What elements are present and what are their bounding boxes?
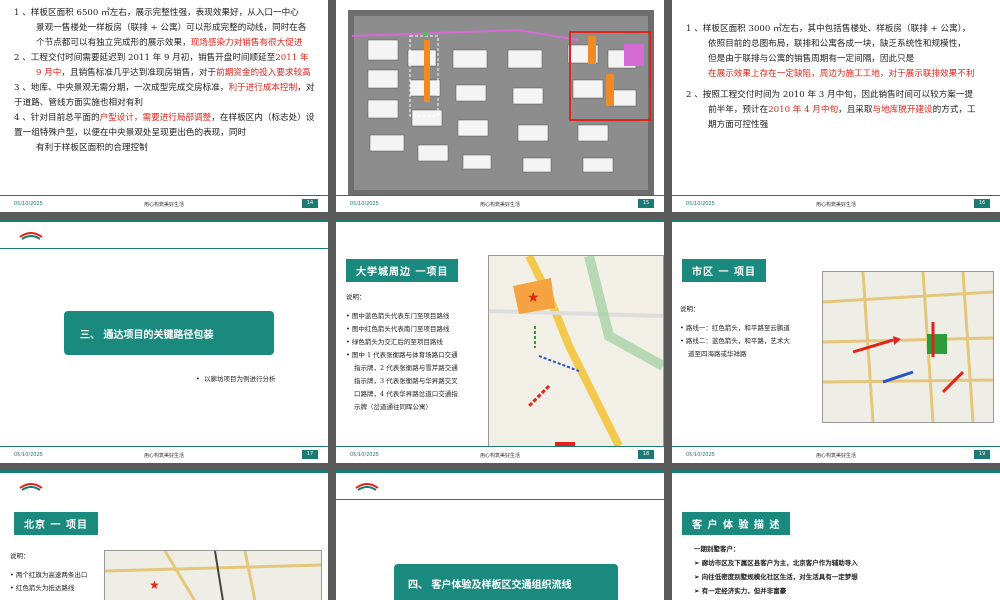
line: 4 、针对目前总平面的户型设计，需要进行局部调整，在样板区内（标志处）设置一组特…: [14, 113, 315, 138]
company-logo-icon: [355, 483, 379, 491]
list-item: • 图中 1 代表张衡路与体育场路口交通: [346, 351, 458, 359]
page-number: 18: [638, 450, 654, 459]
heading: 一期别墅客户：: [694, 545, 740, 553]
line: 景观一售楼处一样板房（联排 + 公寓）可以形成完整的动线，同时在各: [36, 23, 307, 33]
line: 在展示效果上存在一定缺陷，周边为施工工地，对于展示联排效果不利: [708, 69, 975, 79]
caption: 说明：: [680, 305, 700, 313]
slide-21[interactable]: 四、 客户体验及样板区交通组织流线: [336, 470, 664, 600]
analysis-note: • 以廊坊项目为例进行分析: [196, 375, 276, 383]
line: 2 、按照工程交付时间为 2010 年 3 月中旬，因此销售时间可以较方案一提: [686, 90, 974, 100]
list-item: • 两个红旗为高速两条出口: [10, 571, 88, 579]
line: 依照目前的总图布局，联排和公寓各成一块，缺乏系统性和规模性，: [708, 39, 966, 49]
list-item: ➢ 有一定经济实力，但并非富豪: [694, 587, 787, 595]
section-badge: 市区 一 项目: [682, 259, 766, 282]
line: 1 、样板区面积 3000 ㎡左右，其中包括售楼处、样板房（联排 + 公寓），: [686, 24, 971, 34]
slide-22[interactable]: 客 户 体 验 描 述 一期别墅客户： ➢ 廊坊市区及下属区县客户为主，北京客户…: [672, 470, 1000, 600]
footer-slogan: 用心构筑美好生活: [143, 202, 184, 208]
section-badge: 北京 一 项目: [14, 512, 98, 535]
legend-text: 说明： • 两个红旗为高速两条出口 • 红色箭头为抵达路线: [10, 550, 110, 595]
slide-footer: 05/10/2025 用心构筑美好生活 15: [336, 195, 664, 212]
footer-slogan: 用心构筑美好生活: [815, 202, 856, 208]
customer-description: 一期别墅客户： ➢ 廊坊市区及下属区县客户为主，北京客户作为辅助导入 ➢ 向往低…: [694, 542, 994, 598]
list-item: • 路线一：红色箭头，和平路至云鹏道: [680, 324, 790, 332]
list-item: 指示牌，3 代表张衡路与华昇路交叉: [354, 377, 458, 385]
company-logo-icon: [19, 232, 43, 240]
list-item: 指示牌，2 代表张衡路与雪芹路交通: [354, 364, 458, 372]
route-map-image: ★: [488, 255, 664, 447]
line: 有利于样板区面积的合理控制: [36, 143, 148, 153]
page-number: 19: [974, 450, 990, 459]
list-item: 口路牌，4 代表华昇路岔道口交通指: [354, 390, 458, 398]
top-rule: [672, 470, 1000, 473]
list-item: • 路线二：蓝色箭头，和平路，艺术大: [680, 337, 790, 345]
slide-14-text: 1 、样板区面积 6500 ㎡左右，展示完整性强，表现效果好，从入口一中心 景观…: [14, 6, 319, 156]
route-map-image: [822, 271, 994, 423]
list-item: • 绿色箭头为交汇后的至项目路线: [346, 338, 443, 346]
footer-slogan: 用心构筑美好生活: [479, 202, 520, 208]
page-number: 15: [638, 199, 654, 208]
caption: 说明：: [346, 293, 366, 301]
section-badge: 客 户 体 验 描 述: [682, 512, 791, 535]
company-logo-icon: [19, 483, 43, 491]
slide-footer: 05/10/2025 用心构筑美好生活 18: [336, 446, 664, 463]
footer-slogan: 用心构筑美好生活: [143, 453, 184, 459]
site-plan-image: [348, 10, 654, 196]
line: 3 、地库、中央景观无需分期，一次成型完成交房标准，利于进行成本控制，对于道路、…: [14, 83, 315, 108]
top-rule: [672, 219, 1000, 222]
list-item: ➢ 向往低密度别墅规模化社区生活，对生活具有一定梦想: [694, 573, 858, 581]
slide-17[interactable]: 三、 通达项目的关键路径包装 • 以廊坊项目为例进行分析 05/10/2025 …: [0, 219, 328, 463]
header-rule: [0, 248, 328, 249]
line: 但是由于联排与公寓的销售周期有一定间隔，因此只是: [708, 54, 915, 64]
top-rule: [0, 470, 328, 473]
top-rule: [336, 219, 664, 222]
top-rule: [0, 219, 328, 222]
slide-16[interactable]: 1 、样板区面积 3000 ㎡左右，其中包括售楼处、样板房（联排 + 公寓）， …: [672, 0, 1000, 212]
line: 2 、工程交付时间需要延迟到 2011 年 9 月初，销售开盘时间顺延至2011…: [14, 53, 309, 63]
section-badge: 大学城周边 一项目: [346, 259, 459, 282]
page-number: 17: [302, 450, 318, 459]
section-title-panel: 三、 通达项目的关键路径包装: [64, 311, 274, 355]
slide-16-text: 1 、样板区面积 3000 ㎡左右，其中包括售楼处、样板房（联排 + 公寓）， …: [686, 22, 991, 133]
list-item: 示牌（岔道通往同晖公寓）: [354, 403, 432, 411]
list-item: • 图中蓝色箭头代表东门至项目路线: [346, 312, 450, 320]
route-map-image: ★: [104, 550, 322, 600]
top-rule: [336, 470, 664, 473]
line: 前半年，预计在2010 年 4 月中旬，且采取与地库脱开建设的方式，工: [708, 105, 976, 115]
line: 期方面可控性强: [708, 120, 769, 130]
slide-footer: 05/10/2025 用心构筑美好生活 14: [0, 195, 328, 212]
svg-text:★: ★: [527, 290, 540, 306]
section-title: 四、 客户体验及样板区交通组织流线: [408, 580, 572, 591]
slide-footer: 05/10/2025 用心构筑美好生活 19: [672, 446, 1000, 463]
page-number: 16: [974, 199, 990, 208]
slide-20[interactable]: 北京 一 项目 说明： • 两个红旗为高速两条出口 • 红色箭头为抵达路线 ★: [0, 470, 328, 600]
list-item: • 图中红色箭头代表南门至项目路线: [346, 325, 450, 333]
slide-14[interactable]: 1 、样板区面积 6500 ㎡左右，展示完整性强，表现效果好，从入口一中心 景观…: [0, 0, 328, 212]
caption: 说明：: [10, 552, 30, 560]
list-item: ➢ 廊坊市区及下属区县客户为主，北京客户作为辅助导入: [694, 559, 858, 567]
list-item: • 红色箭头为抵达路线: [10, 584, 75, 592]
legend-text: 说明： • 图中蓝色箭头代表东门至项目路线 • 图中红色箭头代表南门至项目路线 …: [346, 291, 492, 414]
line: 1 、样板区面积 6500 ㎡左右，展示完整性强，表现效果好，从入口一中心: [14, 8, 299, 18]
header-rule: [336, 499, 664, 500]
page-number: 14: [302, 199, 318, 208]
slide-footer: 05/10/2025 用心构筑美好生活 17: [0, 446, 328, 463]
section-title: 三、 通达项目的关键路径包装: [80, 330, 214, 341]
slide-footer: 05/10/2025 用心构筑美好生活 16: [672, 195, 1000, 212]
slide-19[interactable]: 市区 一 项目 说明： • 路线一：红色箭头，和平路至云鹏道 • 路线二：蓝色箭…: [672, 219, 1000, 463]
footer-slogan: 用心构筑美好生活: [815, 453, 856, 459]
slide-18[interactable]: 大学城周边 一项目 说明： • 图中蓝色箭头代表东门至项目路线 • 图中红色箭头…: [336, 219, 664, 463]
line: 9 月中，且销售标准几乎达到准现房销售，对于前期资金的投入要求较高: [36, 68, 311, 78]
list-item: 道至四海路或华祥路: [688, 350, 747, 358]
footer-slogan: 用心构筑美好生活: [479, 453, 520, 459]
legend-text: 说明： • 路线一：红色箭头，和平路至云鹏道 • 路线二：蓝色箭头，和平路，艺术…: [680, 303, 820, 361]
slide-15[interactable]: 05/10/2025 用心构筑美好生活 15: [336, 0, 664, 212]
section-title-panel: 四、 客户体验及样板区交通组织流线: [394, 564, 618, 600]
line: 个节点都可以有独立完成形的展示效果，现场感染力对销售有很大促进: [36, 38, 303, 48]
svg-text:★: ★: [149, 578, 160, 592]
